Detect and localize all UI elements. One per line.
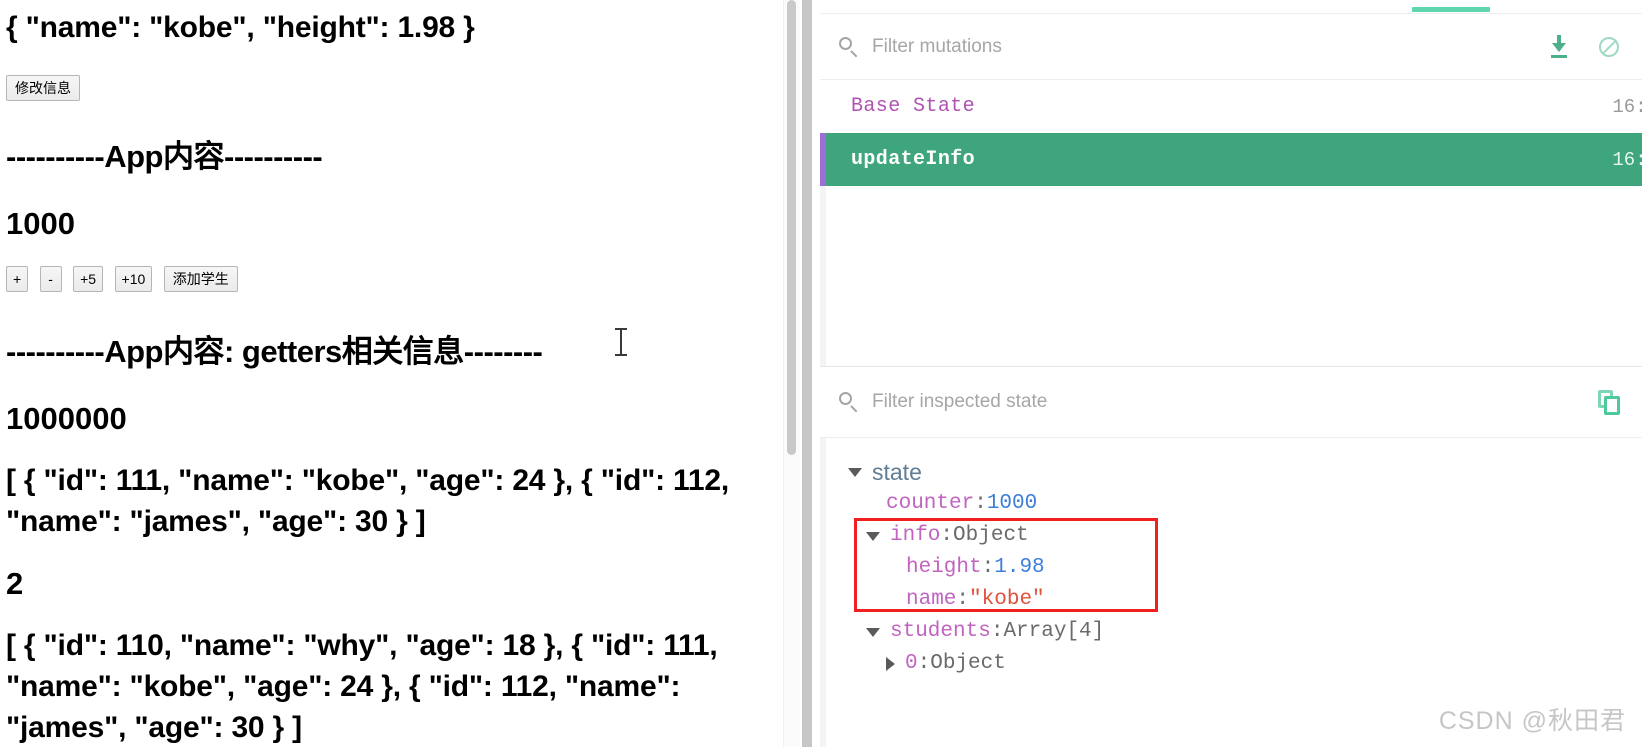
mutations-filter-input[interactable] bbox=[872, 35, 1526, 58]
download-icon[interactable] bbox=[1542, 30, 1576, 64]
state-key: counter bbox=[886, 492, 975, 515]
state-filter-input[interactable] bbox=[872, 391, 1576, 413]
counter-value: 1000 bbox=[6, 205, 75, 241]
state-key: info bbox=[890, 524, 941, 547]
search-icon bbox=[838, 36, 860, 58]
app-section-heading: ----------App内容---------- bbox=[6, 138, 323, 174]
mutation-name: updateInfo bbox=[851, 148, 976, 171]
ban-icon[interactable] bbox=[1592, 30, 1626, 64]
state-filter-bar bbox=[820, 366, 1642, 438]
increment-by-5-button[interactable]: +5 bbox=[73, 265, 104, 292]
state-value: Object bbox=[930, 652, 1006, 675]
mutations-filter-bar bbox=[820, 14, 1642, 80]
state-tree-row[interactable]: name : "kobe" bbox=[820, 584, 1642, 616]
mutation-list: Base State 16:0 updateInfo 16:1 bbox=[820, 80, 1642, 366]
state-tree-row[interactable]: height : 1.98 bbox=[820, 552, 1642, 584]
search-icon bbox=[838, 391, 860, 413]
mutation-timestamp: 16:0 bbox=[1612, 95, 1642, 118]
decrement-button[interactable]: - bbox=[39, 265, 62, 292]
students-over-20-output: [ { "id": 111, "name": "kobe", "age": 24… bbox=[6, 463, 738, 538]
state-tree-row[interactable]: students : Array[4] bbox=[820, 616, 1642, 648]
active-tab-indicator bbox=[1412, 7, 1490, 12]
screenshot-root: { "name": "kobe", "height": 1.98 } 修改信息 … bbox=[0, 0, 1642, 747]
state-tree-root-row[interactable]: state bbox=[820, 456, 1642, 488]
mutation-row[interactable]: Base State 16:0 bbox=[820, 80, 1642, 133]
counter-button-group: + - +5 +10 添加学生 bbox=[6, 265, 794, 292]
state-value: Array[4] bbox=[1003, 620, 1105, 643]
state-tree-row[interactable]: 0 : Object bbox=[820, 648, 1642, 680]
students-over-age-output: [ { "id": 110, "name": "why", "age": 18 … bbox=[6, 629, 726, 744]
increment-by-10-button[interactable]: +10 bbox=[114, 265, 153, 292]
state-separator: : bbox=[974, 492, 987, 515]
chevron-down-icon[interactable] bbox=[866, 531, 880, 541]
state-tree-row[interactable]: info : Object bbox=[820, 520, 1642, 552]
chevron-right-icon[interactable] bbox=[886, 657, 895, 671]
state-separator: : bbox=[990, 620, 1004, 643]
state-key: students bbox=[890, 620, 991, 643]
devtools-tabstrip bbox=[820, 0, 1642, 14]
state-key: 0 bbox=[905, 652, 918, 675]
page-scrollbar-thumb[interactable] bbox=[787, 0, 796, 455]
state-tree: state counter : 1000 info : Object heigh… bbox=[820, 438, 1642, 680]
page-scrollbar[interactable] bbox=[783, 0, 800, 747]
state-value: 1000 bbox=[986, 492, 1038, 515]
info-json-output: { "name": "kobe", "height": 1.98 } bbox=[6, 11, 475, 44]
vue-devtools-vuex-panel: Base State 16:0 updateInfo 16:1 state bbox=[820, 0, 1642, 747]
mutation-row[interactable]: updateInfo 16:1 bbox=[820, 133, 1642, 186]
page-content: { "name": "kobe", "height": 1.98 } 修改信息 … bbox=[0, 0, 800, 747]
state-tree-root-label: state bbox=[872, 459, 922, 485]
copy-icon[interactable] bbox=[1592, 385, 1626, 419]
state-tree-row[interactable]: counter : 1000 bbox=[820, 488, 1642, 520]
state-separator: : bbox=[981, 556, 995, 579]
students-over-20-count: 2 bbox=[6, 566, 24, 602]
state-separator: : bbox=[940, 524, 954, 547]
pane-divider-handle[interactable] bbox=[802, 0, 812, 747]
browser-page-pane: { "name": "kobe", "height": 1.98 } 修改信息 … bbox=[0, 0, 800, 747]
state-key: height bbox=[906, 556, 982, 579]
add-student-button[interactable]: 添加学生 bbox=[163, 265, 238, 292]
state-separator: : bbox=[956, 588, 970, 611]
chevron-down-icon[interactable] bbox=[848, 467, 862, 477]
state-separator: : bbox=[917, 652, 931, 675]
pane-divider[interactable] bbox=[800, 0, 820, 747]
increment-button[interactable]: + bbox=[6, 265, 29, 292]
mutation-timestamp: 16:1 bbox=[1612, 148, 1642, 171]
getters-counter-value: 1000000 bbox=[6, 400, 127, 436]
update-info-button[interactable]: 修改信息 bbox=[6, 74, 80, 101]
mutation-name: Base State bbox=[851, 95, 976, 118]
state-value: Object bbox=[953, 524, 1029, 547]
getters-section-heading: ----------App内容: getters相关信息-------- bbox=[6, 333, 543, 369]
state-value: 1.98 bbox=[994, 556, 1045, 579]
state-key: name bbox=[906, 588, 957, 611]
watermark: CSDN @秋田君 bbox=[1438, 707, 1626, 735]
chevron-down-icon[interactable] bbox=[866, 627, 880, 637]
state-value: "kobe" bbox=[969, 588, 1045, 611]
